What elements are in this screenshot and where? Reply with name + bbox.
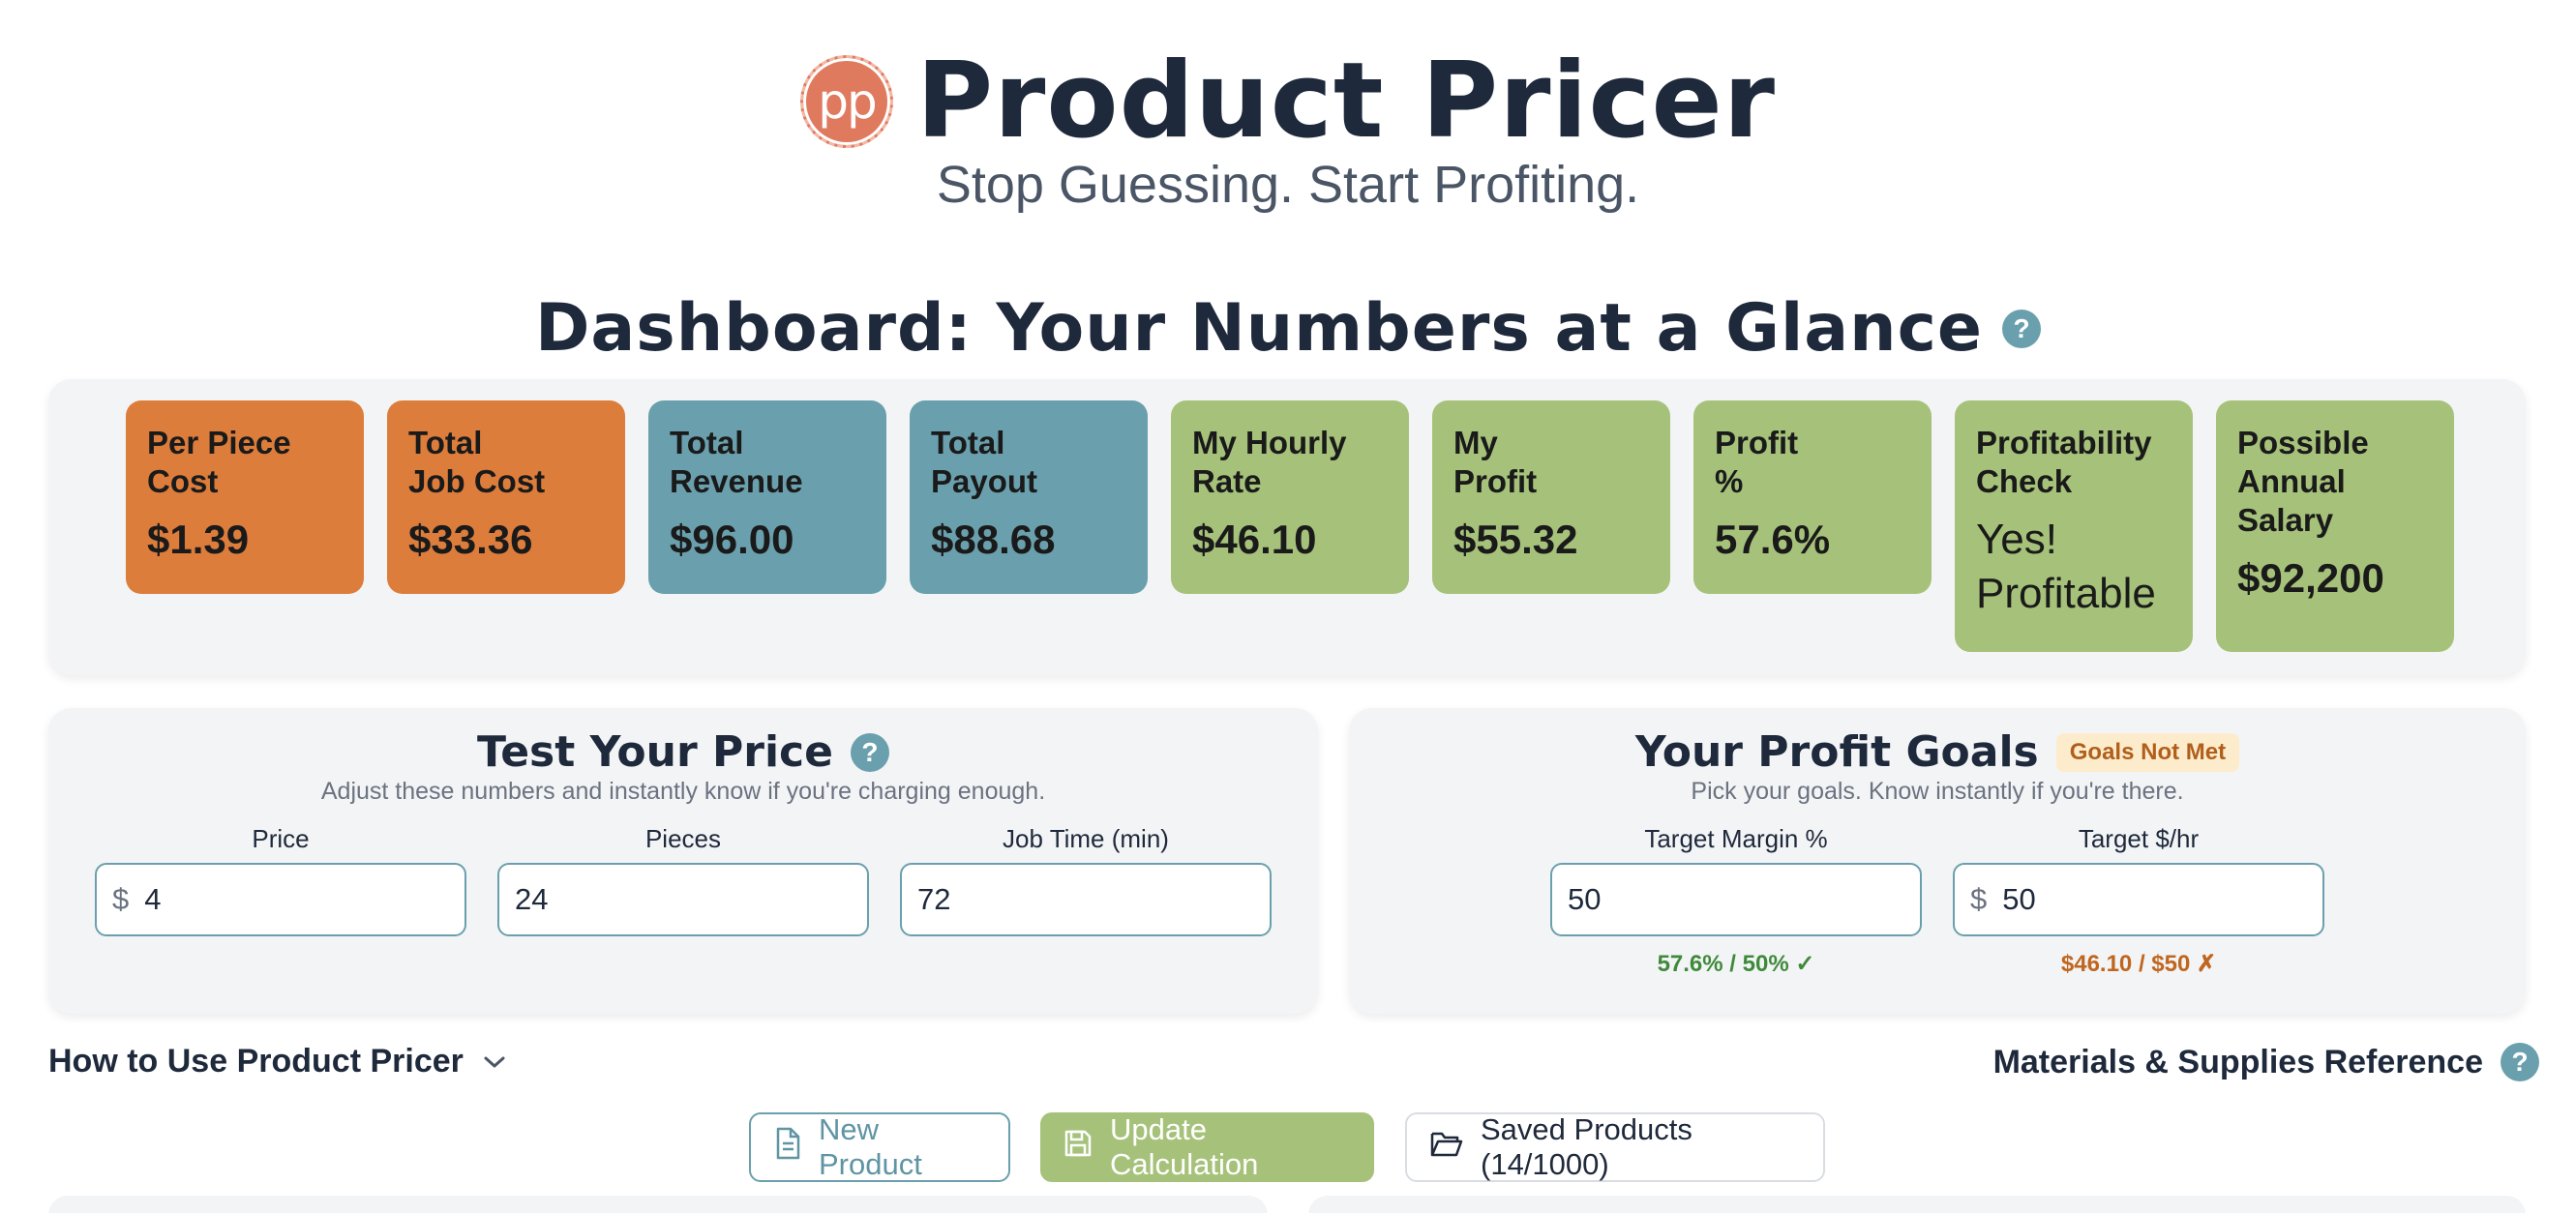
job-time-input[interactable]: 72	[900, 863, 1272, 936]
test-price-help-icon[interactable]: ?	[850, 732, 889, 772]
target-rate-input[interactable]: $ 50	[1953, 863, 2324, 936]
app-logo: pp	[799, 54, 893, 148]
dashboard-help-icon[interactable]: ?	[2002, 309, 2042, 348]
card-value: $92,200	[2237, 555, 2384, 601]
card-per-piece-cost: Per Piece Cost $1.39	[126, 400, 364, 594]
card-label: Total Payout	[931, 425, 1038, 499]
lower-panel-right	[1308, 1196, 2526, 1213]
new-product-label: New Product	[819, 1112, 922, 1181]
card-label: Total Job Cost	[408, 425, 546, 499]
job-time-label: Job Time (min)	[1003, 824, 1169, 853]
card-value: $1.39	[147, 517, 250, 562]
card-label: Profitability Check	[1976, 425, 2152, 499]
dashboard-panel: Per Piece Cost $1.39 Total Job Cost $33.…	[48, 379, 2526, 675]
card-value: 57.6%	[1715, 517, 1831, 562]
test-price-subtitle: Adjust these numbers and instantly know …	[320, 778, 1046, 805]
saved-products-button[interactable]: Saved Products (14/1000)	[1405, 1112, 1825, 1182]
update-calculation-button[interactable]: Update Calculation	[1040, 1112, 1374, 1182]
card-label: Possible Annual Salary	[2237, 425, 2369, 538]
target-margin-input[interactable]: 50	[1550, 863, 1922, 936]
test-price-title: Test Your Price	[477, 727, 833, 777]
card-value: $33.36	[408, 517, 533, 562]
how-to-use-toggle[interactable]: How to Use Product Pricer	[48, 1043, 506, 1080]
target-margin-label: Target Margin %	[1644, 824, 1828, 853]
card-hourly-rate: My Hourly Rate $46.10	[1171, 400, 1409, 594]
card-my-profit: My Profit $55.32	[1432, 400, 1670, 594]
target-margin-value: 50	[1568, 882, 1602, 916]
dashboard-heading-row: Dashboard: Your Numbers at a Glance ?	[0, 290, 2576, 367]
card-total-payout: Total Payout $88.68	[910, 400, 1148, 594]
card-total-revenue: Total Revenue $96.00	[648, 400, 886, 594]
folder-open-icon	[1430, 1130, 1463, 1165]
card-value: $96.00	[670, 517, 794, 562]
dashboard-heading: Dashboard: Your Numbers at a Glance	[534, 290, 1984, 367]
document-icon	[774, 1127, 801, 1168]
profit-goals-subtitle: Pick your goals. Know instantly if you'r…	[1691, 778, 2184, 805]
app-header: pp Product Pricer	[0, 41, 2576, 162]
save-icon	[1063, 1129, 1093, 1166]
card-profit-percent: Profit % 57.6%	[1693, 400, 1932, 594]
pieces-input[interactable]: 24	[497, 863, 869, 936]
card-label: Profit %	[1715, 425, 1799, 499]
card-value: $46.10	[1192, 517, 1317, 562]
goals-status-badge: Goals Not Met	[2055, 732, 2240, 772]
dollar-prefix: $	[112, 882, 130, 916]
profit-goals-title: Your Profit Goals	[1634, 727, 2039, 777]
saved-products-label: Saved Products (14/1000)	[1481, 1112, 1692, 1181]
lower-panel-left	[48, 1196, 1268, 1213]
price-input[interactable]: $ 4	[95, 863, 466, 936]
margin-status: 57.6% / 50% ✓	[1657, 951, 1815, 977]
card-label: Per Piece Cost	[147, 425, 291, 499]
how-to-use-label: How to Use Product Pricer	[48, 1043, 464, 1080]
new-product-button[interactable]: New Product	[749, 1112, 1010, 1182]
materials-reference-link[interactable]: Materials & Supplies Reference ?	[1993, 1043, 2539, 1081]
card-value: Yes! Profitable	[1976, 516, 2156, 617]
card-annual-salary: Possible Annual Salary $92,200	[2216, 400, 2454, 652]
job-time-value: 72	[917, 882, 951, 916]
app-tagline: Stop Guessing. Start Profiting.	[936, 156, 1640, 214]
materials-help-icon[interactable]: ?	[2501, 1043, 2539, 1081]
dollar-prefix: $	[1970, 882, 1988, 916]
card-label: My Profit	[1453, 425, 1538, 499]
pieces-label: Pieces	[644, 824, 722, 853]
card-label: My Hourly Rate	[1192, 425, 1347, 499]
card-value: $55.32	[1453, 517, 1578, 562]
materials-reference-label: Materials & Supplies Reference	[1992, 1043, 2483, 1080]
card-total-job-cost: Total Job Cost $33.36	[387, 400, 625, 594]
update-calculation-label: Update Calculation	[1110, 1112, 1259, 1181]
chevron-down-icon	[483, 1047, 506, 1077]
rate-status: $46.10 / $50 ✗	[2060, 951, 2217, 977]
card-label: Total Revenue	[670, 425, 803, 499]
test-price-panel: Test Your Price ? Adjust these numbers a…	[48, 708, 1318, 1014]
profit-goals-panel: Your Profit Goals Goals Not Met Pick you…	[1349, 708, 2526, 1014]
card-value: $88.68	[931, 517, 1056, 562]
target-rate-label: Target $/hr	[2078, 824, 2200, 853]
price-value: 4	[144, 882, 162, 916]
card-profitability-check: Profitability Check Yes! Profitable	[1955, 400, 2193, 652]
product-pricer-page: pp Product Pricer Stop Guessing. Start P…	[0, 0, 2576, 1213]
target-rate-value: 50	[2002, 882, 2036, 916]
price-label: Price	[252, 824, 310, 853]
app-title: Product Pricer	[915, 41, 1777, 162]
pieces-value: 24	[515, 882, 549, 916]
